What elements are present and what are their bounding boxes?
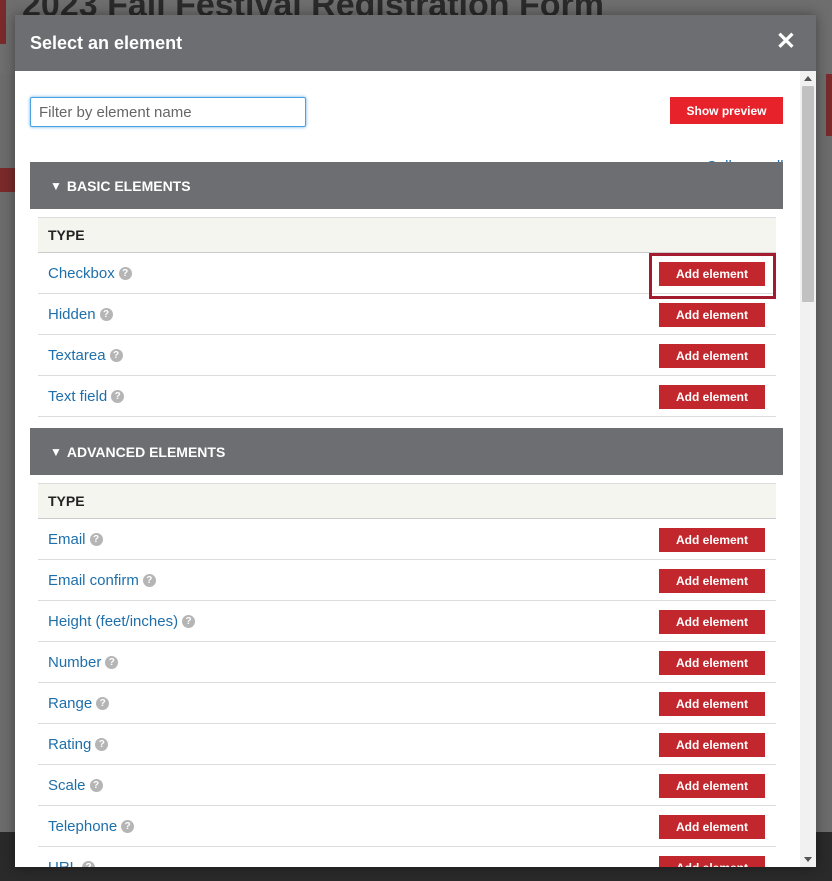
element-link-email-confirm[interactable]: Email confirm	[48, 572, 139, 589]
section-basic-elements: ▼ BASIC ELEMENTS TYPE Checkbox ? Add ele…	[30, 162, 783, 417]
question-circle-icon[interactable]: ?	[121, 819, 135, 833]
element-link-text-field[interactable]: Text field	[48, 388, 107, 405]
element-link-url[interactable]: URL	[48, 859, 78, 868]
dialog-header: Select an element ✕	[15, 15, 816, 71]
question-circle-icon[interactable]: ?	[142, 573, 156, 587]
table-row: Textarea ? Add element	[38, 335, 776, 376]
element-type-table: TYPE Checkbox ? Add element Hidden ? Add…	[38, 217, 776, 417]
question-circle-icon[interactable]: ?	[105, 655, 119, 669]
element-link-checkbox[interactable]: Checkbox	[48, 265, 115, 282]
table-row: Hidden ? Add element	[38, 294, 776, 335]
element-link-textarea[interactable]: Textarea	[48, 347, 106, 364]
table-row: Number ? Add element	[38, 642, 776, 683]
add-element-button[interactable]: Add element	[659, 528, 765, 552]
dialog-title: Select an element	[30, 32, 183, 53]
element-link-scale[interactable]: Scale	[48, 777, 86, 794]
add-element-button[interactable]: Add element	[659, 692, 765, 716]
question-circle-icon[interactable]: ?	[82, 860, 96, 867]
section-header[interactable]: ▼ BASIC ELEMENTS	[30, 162, 783, 209]
section-header[interactable]: ▼ ADVANCED ELEMENTS	[30, 428, 783, 475]
table-row: Height (feet/inches) ? Add element	[38, 601, 776, 642]
section-title: BASIC ELEMENTS	[66, 177, 191, 194]
triangle-down-icon: ▼	[50, 444, 62, 459]
add-element-button[interactable]: Add element	[659, 856, 765, 867]
add-element-button[interactable]: Add element	[659, 610, 765, 634]
table-row: Scale ? Add element	[38, 765, 776, 806]
add-element-button[interactable]: Add element	[659, 651, 765, 675]
question-circle-icon[interactable]: ?	[99, 307, 113, 321]
scroll-thumb[interactable]	[802, 86, 814, 302]
vertical-scrollbar[interactable]	[800, 71, 816, 867]
table-row: Email ? Add element	[38, 519, 776, 560]
question-circle-icon[interactable]: ?	[109, 348, 123, 362]
question-circle-icon[interactable]: ?	[95, 737, 109, 751]
question-circle-icon[interactable]: ?	[89, 778, 103, 792]
background-accent	[826, 74, 832, 136]
element-link-email[interactable]: Email	[48, 531, 86, 548]
question-circle-icon[interactable]: ?	[111, 389, 125, 403]
show-preview-button[interactable]: Show preview	[670, 97, 783, 124]
table-row: Text field ? Add element	[38, 376, 776, 417]
element-link-height[interactable]: Height (feet/inches)	[48, 613, 178, 630]
question-circle-icon[interactable]: ?	[118, 266, 132, 280]
column-header-type: TYPE	[38, 217, 776, 253]
question-circle-icon[interactable]: ?	[89, 532, 103, 546]
table-row: Telephone ? Add element	[38, 806, 776, 847]
table-row: Checkbox ? Add element	[38, 253, 776, 299]
table-row: Email confirm ? Add element	[38, 560, 776, 601]
background-accent	[0, 0, 6, 44]
element-link-rating[interactable]: Rating	[48, 736, 91, 753]
element-link-range[interactable]: Range	[48, 695, 92, 712]
table-row: URL ? Add element	[38, 847, 776, 867]
dialog-body: Show preview Collapse all ▼ BASIC ELEMEN…	[15, 71, 800, 867]
element-type-table: TYPE Email ? Add element Email confirm ?…	[38, 483, 776, 867]
add-element-button[interactable]: Add element	[659, 774, 765, 798]
element-link-telephone[interactable]: Telephone	[48, 818, 117, 835]
element-link-number[interactable]: Number	[48, 654, 101, 671]
section-advanced-elements: ▼ ADVANCED ELEMENTS TYPE Email ? Add ele…	[30, 428, 783, 867]
add-element-button[interactable]: Add element	[659, 262, 765, 286]
scroll-down-arrow-icon[interactable]	[804, 857, 812, 862]
scroll-up-arrow-icon[interactable]	[804, 76, 812, 81]
section-title: ADVANCED ELEMENTS	[66, 443, 226, 460]
close-icon[interactable]: ✕	[776, 29, 796, 55]
question-circle-icon[interactable]: ?	[96, 696, 110, 710]
add-element-button[interactable]: Add element	[659, 344, 765, 368]
column-header-type: TYPE	[38, 483, 776, 519]
element-link-hidden[interactable]: Hidden	[48, 306, 96, 323]
add-element-button[interactable]: Add element	[659, 385, 765, 409]
add-element-button[interactable]: Add element	[659, 815, 765, 839]
table-row: Range ? Add element	[38, 683, 776, 724]
triangle-down-icon: ▼	[50, 178, 62, 193]
add-element-button[interactable]: Add element	[659, 303, 765, 327]
table-row: Rating ? Add element	[38, 724, 776, 765]
add-element-button[interactable]: Add element	[659, 569, 765, 593]
add-element-button[interactable]: Add element	[659, 733, 765, 757]
background-accent	[0, 168, 16, 192]
select-element-dialog: Select an element ✕ Show preview Collaps…	[15, 15, 816, 867]
question-circle-icon[interactable]: ?	[182, 614, 196, 628]
filter-input[interactable]	[30, 97, 306, 127]
